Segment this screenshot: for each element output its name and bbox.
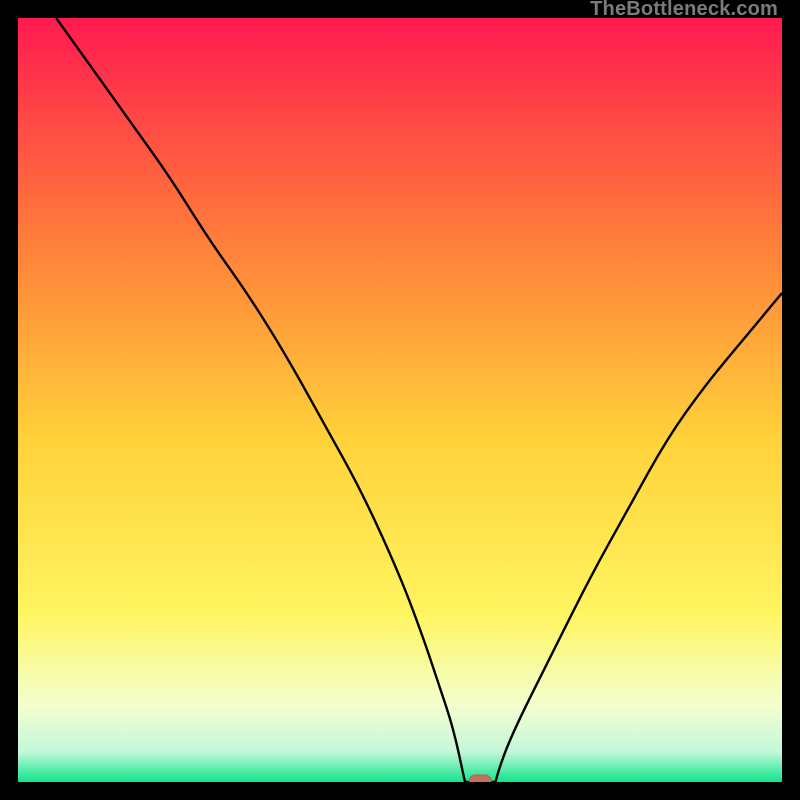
optimal-marker — [469, 775, 491, 782]
chart-plot-area — [18, 18, 782, 782]
bottleneck-chart — [18, 18, 782, 782]
gradient-background — [18, 18, 782, 782]
outer-frame: TheBottleneck.com — [0, 0, 800, 800]
